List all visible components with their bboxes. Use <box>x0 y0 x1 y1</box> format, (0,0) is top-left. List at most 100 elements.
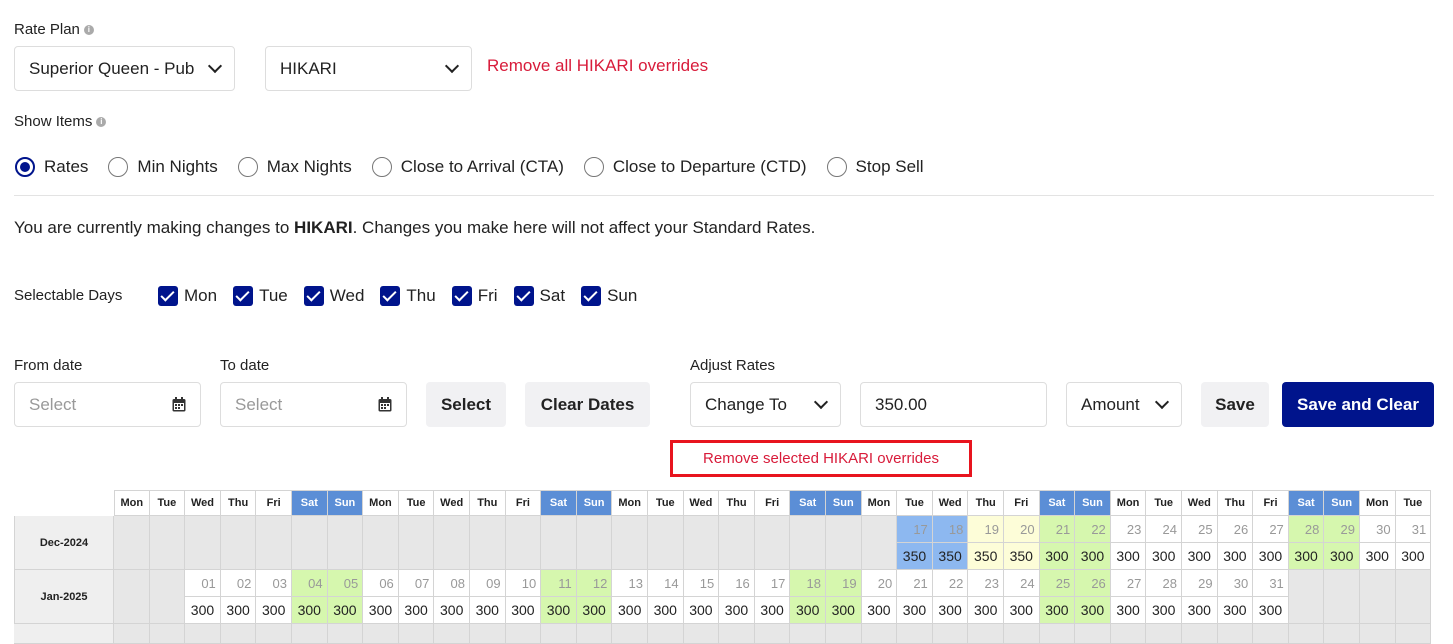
calendar-day-number[interactable]: 17 <box>897 516 933 543</box>
info-icon[interactable]: i <box>96 117 107 128</box>
calendar-rate-cell[interactable]: 350 <box>1004 543 1040 570</box>
adjust-unit-select[interactable]: Amount <box>1066 382 1182 427</box>
calendar-rate-cell[interactable]: 300 <box>398 597 435 624</box>
calendar-day-number[interactable]: 23 <box>1110 516 1147 543</box>
radio-icon[interactable] <box>826 157 847 177</box>
calendar-rate-cell[interactable]: 300 <box>1182 597 1218 624</box>
calendar-rate-cell[interactable]: 300 <box>683 597 720 624</box>
calendar-day-number[interactable]: 28 <box>1288 516 1325 543</box>
calendar-rate-cell[interactable]: 300 <box>220 597 257 624</box>
selectable-day-sun[interactable]: Sun <box>581 286 637 306</box>
calendar-day-number[interactable]: 08 <box>434 570 470 597</box>
calendar-rate-cell[interactable]: 300 <box>292 597 328 624</box>
calendar-day-number[interactable]: 09 <box>470 570 506 597</box>
show-item-option-max-nights[interactable]: Max Nights <box>237 157 352 177</box>
calendar-rate-cell[interactable]: 300 <box>932 597 969 624</box>
calendar-day-number[interactable]: 18 <box>790 570 826 597</box>
save-and-clear-button[interactable]: Save and Clear <box>1282 382 1434 427</box>
calendar-day-number[interactable]: 01 <box>185 570 221 597</box>
calendar-rate-cell[interactable]: 300 <box>363 597 399 624</box>
save-button[interactable]: Save <box>1201 382 1269 427</box>
calendar-rate-cell[interactable]: 300 <box>1253 543 1289 570</box>
calendar-day-number[interactable]: 21 <box>897 570 933 597</box>
calendar-day-number[interactable]: 22 <box>1075 516 1111 543</box>
calendar-day-number[interactable]: 26 <box>1075 570 1111 597</box>
calendar-day-number[interactable]: 30 <box>1217 570 1254 597</box>
calendar-rate-cell[interactable]: 350 <box>968 543 1004 570</box>
calendar-rate-cell[interactable]: 300 <box>1110 543 1147 570</box>
calendar-rate-cell[interactable]: 300 <box>1395 543 1432 570</box>
radio-icon[interactable] <box>371 157 392 177</box>
calendar-rate-cell[interactable]: 300 <box>612 597 648 624</box>
calendar-day-number[interactable]: 05 <box>327 570 364 597</box>
checkbox-checked-icon[interactable] <box>303 286 324 306</box>
calendar-rate-cell[interactable]: 300 <box>1039 543 1076 570</box>
calendar-day-number[interactable]: 25 <box>1039 570 1076 597</box>
calendar-day-number[interactable]: 29 <box>1182 570 1218 597</box>
calendar-day-number[interactable]: 31 <box>1395 516 1432 543</box>
calendar-rate-cell[interactable]: 300 <box>1182 543 1218 570</box>
calendar-rate-cell[interactable]: 350 <box>932 543 969 570</box>
checkbox-checked-icon[interactable] <box>158 286 178 306</box>
calendar-day-number[interactable]: 24 <box>1004 570 1040 597</box>
calendar-day-number[interactable]: 10 <box>505 570 542 597</box>
checkbox-checked-icon[interactable] <box>380 286 401 306</box>
selectable-day-sat[interactable]: Sat <box>513 286 565 306</box>
calendar-day-number[interactable]: 02 <box>220 570 257 597</box>
calendar-day-number[interactable]: 28 <box>1146 570 1182 597</box>
calendar-day-number[interactable]: 30 <box>1360 516 1396 543</box>
calendar-day-number[interactable]: 20 <box>1004 516 1040 543</box>
calendar-rate-cell[interactable]: 300 <box>1039 597 1076 624</box>
calendar-rate-cell[interactable]: 300 <box>576 597 613 624</box>
calendar-rate-cell[interactable]: 300 <box>1324 543 1360 570</box>
room-type-select[interactable]: Superior Queen - Pub <box>14 46 235 91</box>
calendar-day-number[interactable]: 27 <box>1110 570 1147 597</box>
to-date-input[interactable]: Select <box>220 382 407 427</box>
calendar-rate-cell[interactable]: 350 <box>897 543 933 570</box>
radio-icon[interactable] <box>583 157 604 177</box>
calendar-rate-cell[interactable]: 300 <box>826 597 862 624</box>
show-item-option-rates[interactable]: Rates <box>15 157 88 177</box>
show-item-option-stop-sell[interactable]: Stop Sell <box>826 157 924 177</box>
calendar-day-number[interactable]: 15 <box>683 570 720 597</box>
calendar-rate-cell[interactable]: 300 <box>719 597 755 624</box>
calendar-rate-cell[interactable]: 300 <box>505 597 542 624</box>
calendar-day-number[interactable]: 29 <box>1324 516 1360 543</box>
calendar-day-number[interactable]: 26 <box>1217 516 1254 543</box>
calendar-rate-cell[interactable]: 300 <box>1360 543 1396 570</box>
radio-icon[interactable] <box>237 157 258 177</box>
selectable-day-tue[interactable]: Tue <box>233 286 288 306</box>
calendar-day-number[interactable]: 31 <box>1253 570 1289 597</box>
adjust-value-input[interactable]: 350.00 <box>860 382 1047 427</box>
calendar-day-number[interactable]: 14 <box>648 570 684 597</box>
calendar-rate-cell[interactable]: 300 <box>1075 597 1111 624</box>
calendar-day-number[interactable]: 18 <box>932 516 969 543</box>
info-icon[interactable]: i <box>83 25 94 36</box>
calendar-rate-cell[interactable]: 300 <box>1146 543 1182 570</box>
calendar-rate-cell[interactable]: 300 <box>754 597 791 624</box>
calendar-day-number[interactable]: 03 <box>256 570 292 597</box>
select-dates-button[interactable]: Select <box>426 382 506 427</box>
calendar-day-number[interactable]: 21 <box>1039 516 1076 543</box>
calendar-rate-cell[interactable]: 300 <box>1146 597 1182 624</box>
calendar-rate-cell[interactable]: 300 <box>541 597 577 624</box>
checkbox-checked-icon[interactable] <box>233 286 254 306</box>
calendar-day-number[interactable]: 13 <box>612 570 648 597</box>
clear-dates-button[interactable]: Clear Dates <box>525 382 650 427</box>
calendar-day-number[interactable]: 06 <box>363 570 399 597</box>
calendar-rate-cell[interactable]: 300 <box>790 597 826 624</box>
rate-plan-select[interactable]: HIKARI <box>265 46 472 91</box>
calendar-rate-cell[interactable]: 300 <box>1110 597 1147 624</box>
show-item-option-close-to-departure-ctd[interactable]: Close to Departure (CTD) <box>583 157 807 177</box>
selectable-day-thu[interactable]: Thu <box>380 286 436 306</box>
selectable-day-fri[interactable]: Fri <box>451 286 498 306</box>
calendar-day-number[interactable]: 25 <box>1182 516 1218 543</box>
calendar-rate-cell[interactable]: 300 <box>897 597 933 624</box>
calendar-day-number[interactable]: 12 <box>576 570 613 597</box>
calendar-rate-cell[interactable]: 300 <box>1217 543 1254 570</box>
checkbox-checked-icon[interactable] <box>581 286 602 306</box>
calendar-rate-cell[interactable]: 300 <box>470 597 506 624</box>
calendar-rate-cell[interactable]: 300 <box>256 597 292 624</box>
calendar-rate-cell[interactable]: 300 <box>648 597 684 624</box>
calendar-day-number[interactable]: 23 <box>968 570 1004 597</box>
